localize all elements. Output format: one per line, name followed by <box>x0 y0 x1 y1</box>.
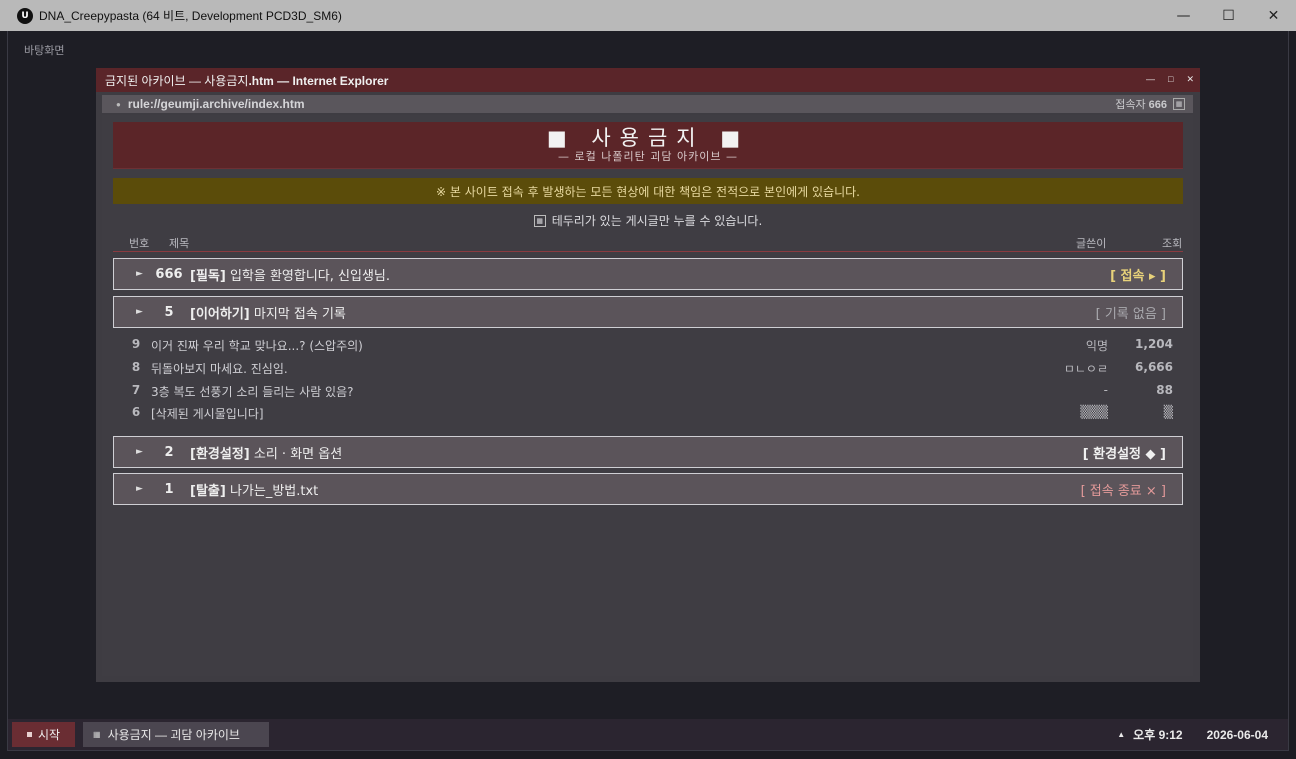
settings-action[interactable]: [ 환경설정 ◆ ] <box>1083 443 1166 462</box>
frame-box-icon: ▦ <box>1173 98 1185 110</box>
app-titlebar: U DNA_Creepypasta (64 비트, Development PC… <box>0 0 1296 31</box>
app-window-title: DNA_Creepypasta (64 비트, Development PCD3… <box>39 9 342 23</box>
no-record-action: [ 기록 없음 ] <box>1095 306 1166 322</box>
banner-subtitle: — 로컬 나폴리탄 괴담 아카이브 — <box>558 150 738 163</box>
address-bar[interactable]: ● rule://geumji.archive/index.htm 접속자 66… <box>102 95 1193 113</box>
start-button[interactable]: 시작 <box>12 722 75 747</box>
table-header: 번호 제목 글쓴이 조회 <box>113 234 1183 252</box>
header-author: 글쓴이 <box>1076 237 1107 250</box>
ie-minimize-button[interactable]: — <box>1146 74 1155 84</box>
desktop-label: 바탕화면 <box>24 45 65 57</box>
post-author: ▒▒▒ <box>1080 405 1108 419</box>
ie-maximize-button[interactable]: □ <box>1168 74 1173 84</box>
settings-row[interactable]: ► 2 [환경설정] 소리 · 화면 옵션 [ 환경설정 ◆ ] <box>113 436 1183 468</box>
post-title: [삭제된 게시물입니다] <box>151 407 264 421</box>
taskbar-item-archive[interactable]: ▦ 사용금지 — 괴담 아카이브 <box>83 722 269 747</box>
clock-date: 2026-06-04 <box>1206 727 1268 742</box>
hint-text: 테두리가 있는 게시글만 누를 수 있습니다. <box>551 214 763 228</box>
post-tag: [환경설정] <box>190 446 250 462</box>
close-button[interactable]: ✕ <box>1251 0 1296 31</box>
disconnect-action[interactable]: [ 접속 종료 × ] <box>1081 480 1166 499</box>
list-item: 9 이거 진짜 우리 학교 맞나요...? (스압주의) 익명 1,204 <box>113 337 1183 357</box>
header-title: 제목 <box>169 237 190 250</box>
post-title: 3층 복도 선풍기 소리 들리는 사람 있음? <box>151 385 354 399</box>
post-num: 8 <box>131 360 141 374</box>
post-row-welcome[interactable]: ► 666 [필독] 입학을 환영합니다, 신입생님. [ 접속 ▸ ] <box>113 258 1183 290</box>
list-item: 7 3층 복도 선풍기 소리 들리는 사람 있음? - 88 <box>113 383 1183 403</box>
post-author: ㅁㄴㅇㄹ <box>1063 362 1108 376</box>
post-author: - <box>1103 383 1108 397</box>
post-tag: [탈출] <box>190 483 226 499</box>
visitors-count: 666 <box>1148 99 1167 111</box>
visitors-label: 접속자 <box>1115 99 1146 111</box>
start-label: 시작 <box>37 728 61 742</box>
visitor-counter: 접속자 666 ▦ <box>1115 96 1185 112</box>
warning-notice: ※ 본 사이트 접속 후 발생하는 모든 현상에 대한 책임은 전적으로 본인에… <box>113 178 1183 204</box>
post-num: 7 <box>131 383 141 397</box>
ie-title-suffix: .htm — Internet Explorer <box>248 73 389 88</box>
site-banner: ■ 사용금지 ■ — 로컬 나폴리탄 괴담 아카이브 — <box>113 122 1183 169</box>
ie-close-button[interactable]: ✕ <box>1186 74 1194 85</box>
post-title: 뒤돌아보지 마세요. 진심임. <box>151 362 288 376</box>
post-title: 소리 · 화면 옵션 <box>253 446 343 462</box>
post-title: 이거 진짜 우리 학교 맞나요...? (스압주의) <box>151 339 363 353</box>
post-title: 마지막 접속 기록 <box>253 306 346 322</box>
connect-action[interactable]: [ 접속 ▸ ] <box>1110 265 1166 284</box>
taskbar: 시작 ▦ 사용금지 — 괴담 아카이브 ▲ 오후 9:12 2026-06-04 <box>8 719 1288 750</box>
minimize-button[interactable]: — <box>1161 0 1206 31</box>
unreal-logo-icon: U <box>17 7 33 24</box>
post-views: 6,666 <box>1135 360 1173 374</box>
post-num: 9 <box>131 337 141 351</box>
hint-line: ▦ 테두리가 있는 게시글만 누를 수 있습니다. <box>113 212 1183 229</box>
play-arrow-icon: ► <box>136 484 143 494</box>
system-tray: ▲ 오후 9:12 2026-06-04 <box>1117 719 1268 750</box>
list-item: 8 뒤돌아보지 마세요. 진심임. ㅁㄴㅇㄹ 6,666 <box>113 360 1183 380</box>
window-icon: ▦ <box>93 730 101 739</box>
ie-title-prefix: 금지된 아카이브 — 사용금지 <box>105 73 249 88</box>
post-num: 1 <box>164 481 174 497</box>
tray-expand-icon[interactable]: ▲ <box>1117 730 1125 739</box>
list-item: 6 [삭제된 게시물입니다] ▒▒▒ ▒ <box>113 405 1183 425</box>
post-views: 88 <box>1156 383 1173 397</box>
escape-row[interactable]: ► 1 [탈출] 나가는_방법.txt [ 접속 종료 × ] <box>113 473 1183 505</box>
ie-titlebar[interactable]: 금지된 아카이브 — 사용금지.htm — Internet Explorer … <box>96 68 1200 92</box>
start-square-icon <box>26 732 32 737</box>
post-views: 1,204 <box>1135 337 1173 351</box>
ie-window: 금지된 아카이브 — 사용금지.htm — Internet Explorer … <box>96 68 1200 682</box>
post-num: 6 <box>131 405 141 419</box>
post-tag: [필독] <box>190 268 226 284</box>
play-arrow-icon: ► <box>136 307 143 317</box>
header-num: 번호 <box>129 237 150 250</box>
post-num: 666 <box>155 266 183 282</box>
url-text: rule://geumji.archive/index.htm <box>127 97 305 111</box>
post-title: 나가는_방법.txt <box>229 483 319 499</box>
bullet-icon: ● <box>116 99 121 109</box>
post-title: 입학을 환영합니다, 신입생님. <box>229 268 391 284</box>
post-tag: [이어하기] <box>190 306 250 322</box>
post-row-continue[interactable]: ► 5 [이어하기] 마지막 접속 기록 [ 기록 없음 ] <box>113 296 1183 328</box>
play-arrow-icon: ► <box>136 269 143 279</box>
maximize-button[interactable]: ☐ <box>1206 0 1251 31</box>
play-arrow-icon: ► <box>136 447 143 457</box>
header-views: 조회 <box>1162 237 1183 250</box>
frame-box-icon: ▦ <box>533 214 546 227</box>
post-num: 5 <box>164 304 174 320</box>
post-num: 2 <box>164 444 174 460</box>
post-views: ▒ <box>1163 405 1173 419</box>
task-label: 사용금지 — 괴담 아카이브 <box>107 728 240 742</box>
page-content: ■ 사용금지 ■ — 로컬 나폴리탄 괴담 아카이브 — ※ 본 사이트 접속 … <box>102 115 1193 676</box>
clock-time: 오후 9:12 <box>1133 728 1183 742</box>
post-author: 익명 <box>1085 339 1108 353</box>
